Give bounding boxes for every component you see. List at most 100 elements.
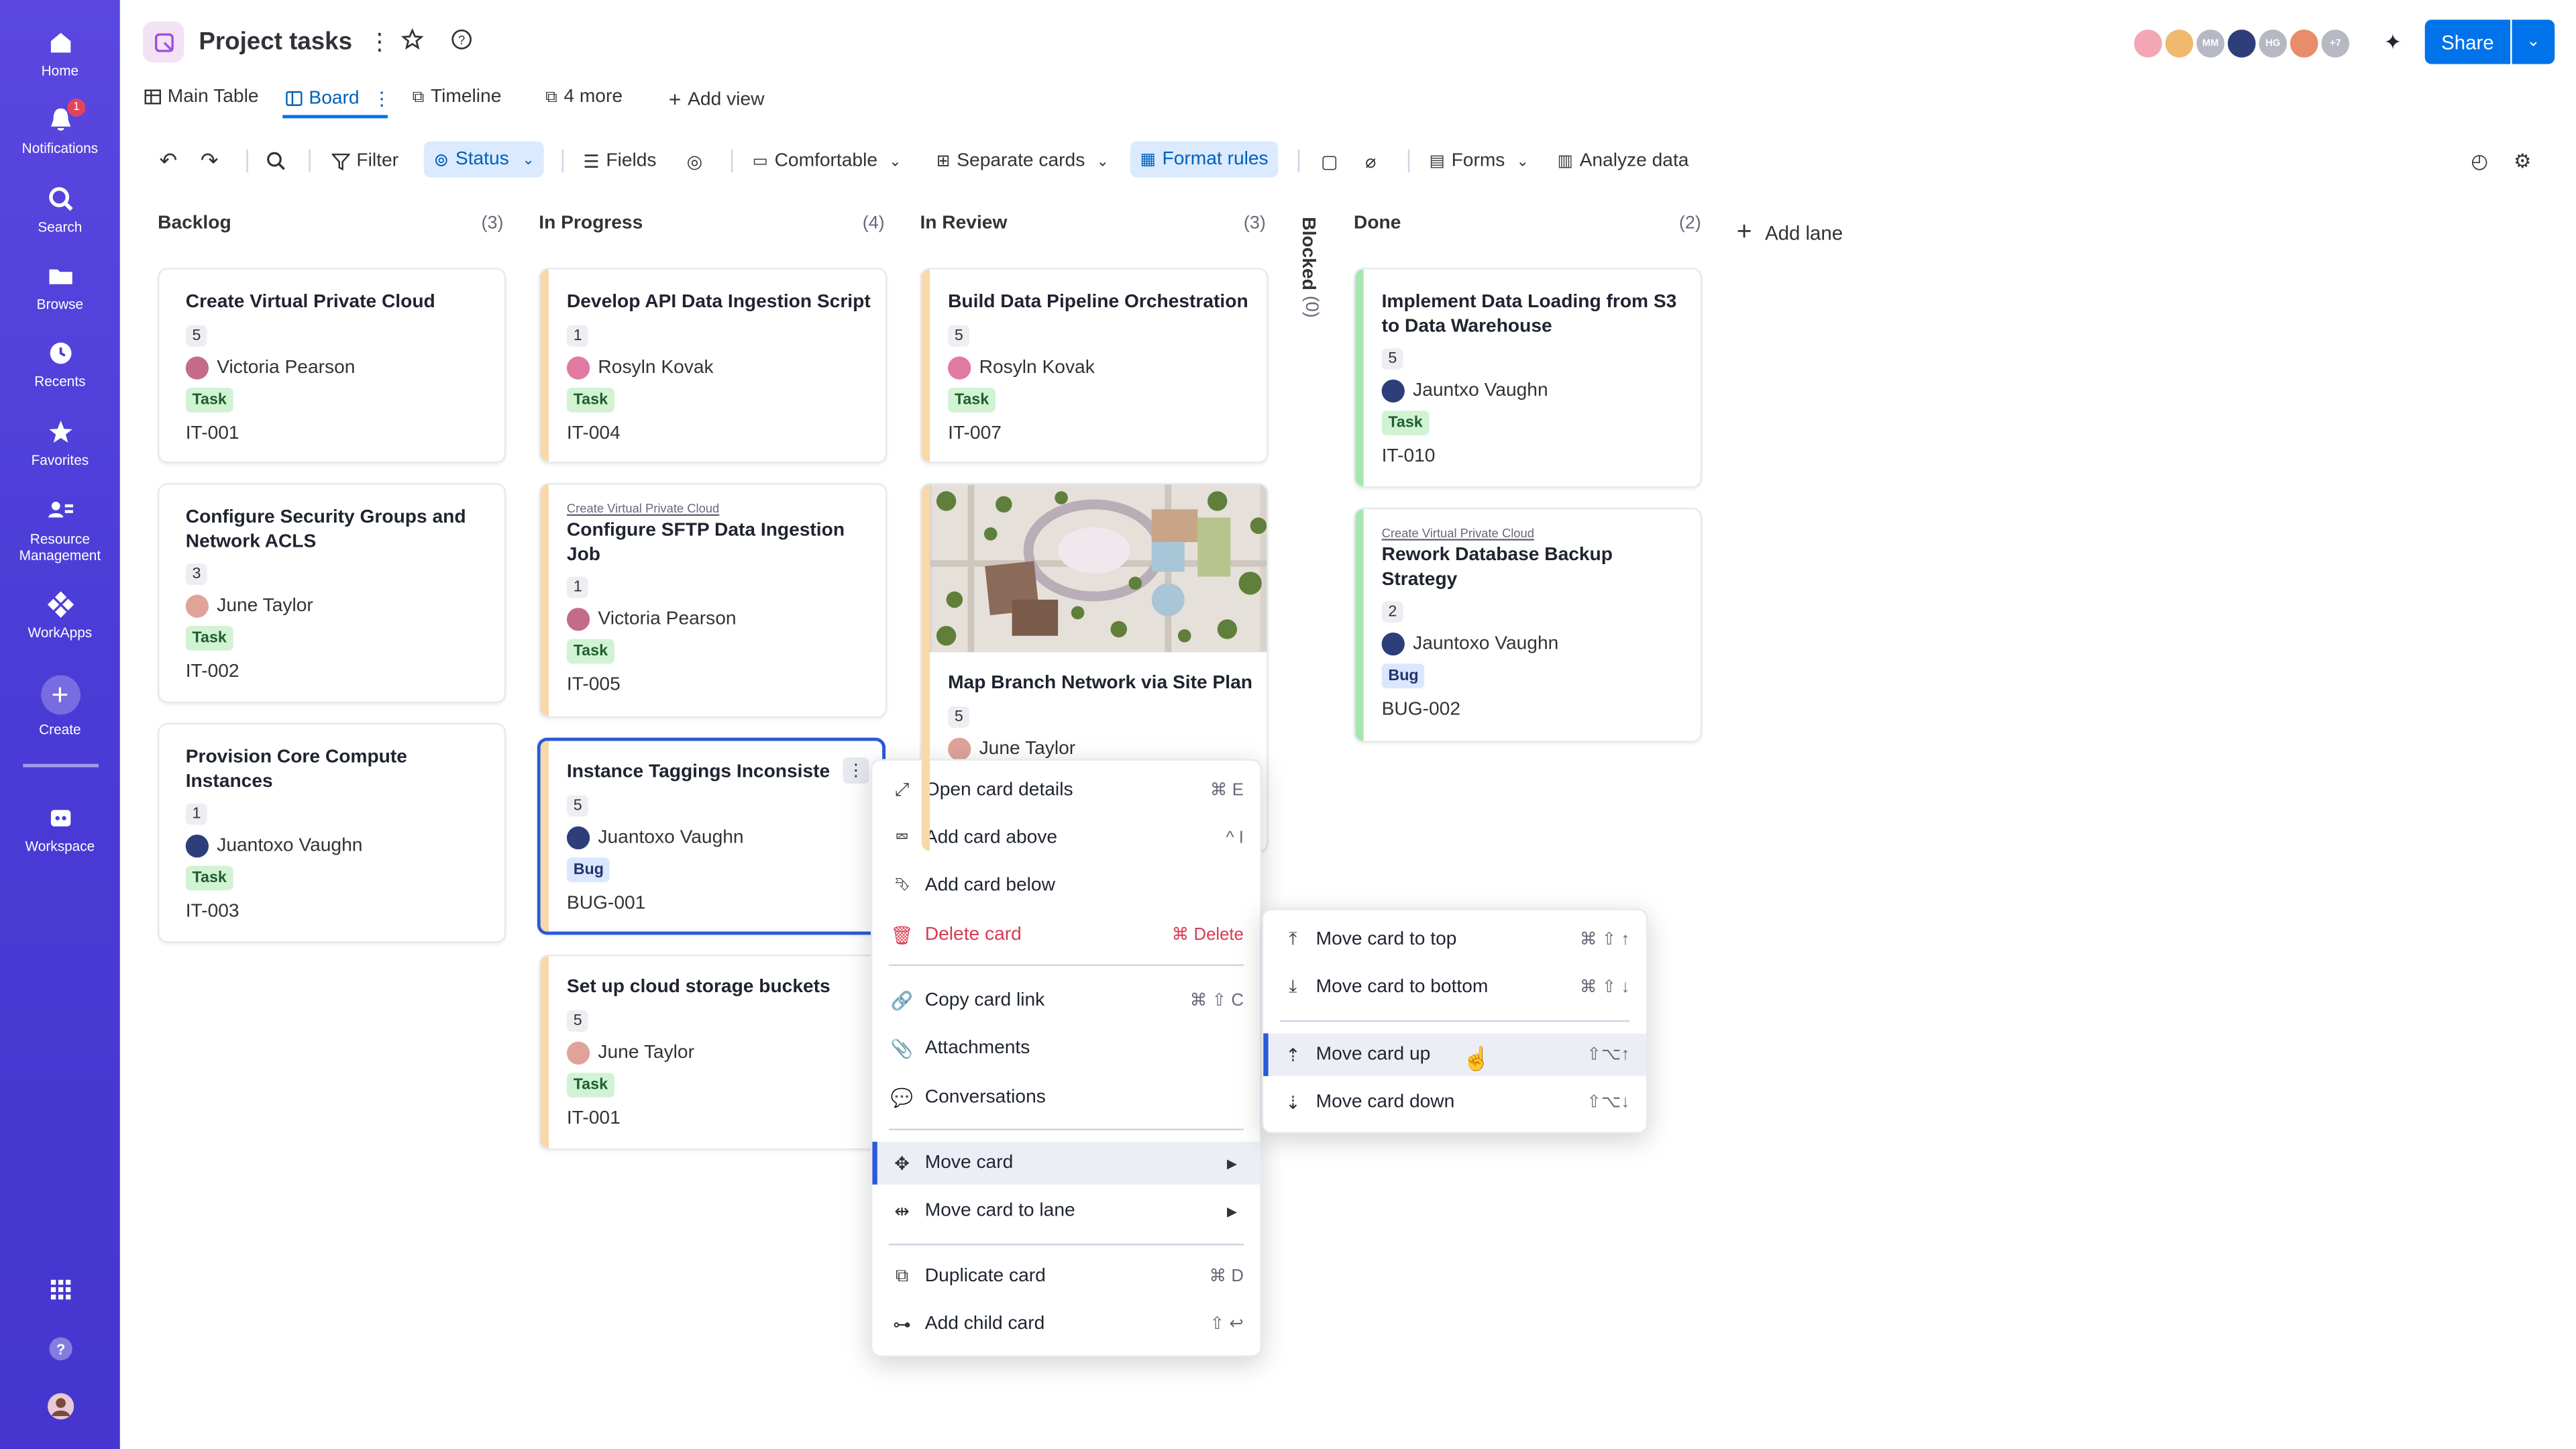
sidebar-item-favorites[interactable]: Favorites — [0, 417, 120, 468]
board-card[interactable]: Configure Security Groups and Network AC… — [158, 483, 506, 704]
card-menu-button[interactable]: ⋮ — [843, 757, 869, 784]
info-icon[interactable]: ? — [450, 28, 473, 56]
color-button[interactable]: ◎ — [687, 146, 703, 176]
page-title: Project tasks — [199, 28, 353, 56]
sidebar-item-notifications[interactable]: 1 Notifications — [0, 98, 120, 156]
add-lane-button[interactable]: + Add lane — [1737, 219, 1843, 248]
menu-item-move-card[interactable]: ✥ Move card ▶ — [872, 1142, 1260, 1185]
attachments-button[interactable]: ⌀ — [1365, 146, 1376, 176]
card-assignee: June Taylor — [948, 737, 1254, 760]
forms-dropdown[interactable]: ▤ Forms ⌄ — [1430, 146, 1529, 176]
parent-card-link[interactable]: Create Virtual Private Cloud — [1382, 526, 1688, 541]
sidebar-item-search[interactable]: Search — [0, 184, 120, 235]
menu-item-add-card-below[interactable]: ⮷ Add card below — [872, 864, 1260, 907]
menu-item-delete-card[interactable]: 🗑 Delete card ⌘ Delete — [872, 914, 1260, 957]
parent-card-link[interactable]: Create Virtual Private Cloud — [567, 501, 873, 516]
fields-button[interactable]: ☰ Fields — [583, 146, 656, 176]
card-layout-dropdown[interactable]: ⊞ Separate cards ⌄ — [936, 146, 1109, 176]
share-dropdown-button[interactable]: ⌄ — [2512, 19, 2555, 64]
lane-header-done[interactable]: Done — [1354, 213, 1401, 233]
collaborator-avatars[interactable]: MM HG +7 — [2131, 26, 2353, 62]
story-points: 2 — [1381, 601, 1404, 623]
comments-button[interactable]: ▢ — [1321, 146, 1338, 176]
sidebar-item-browse[interactable]: Browse — [0, 261, 120, 312]
folder-icon — [48, 269, 72, 284]
board-card[interactable]: Create Virtual Private Cloud Configure S… — [539, 483, 888, 718]
menu-item-move-card-up[interactable]: ⇡ Move card up ⇧⌥↑ — [1263, 1033, 1646, 1077]
avatar — [566, 356, 590, 379]
profile-avatar[interactable] — [0, 1391, 120, 1426]
add-view-button[interactable]: + Add view — [669, 87, 765, 112]
tab-board[interactable]: Board ⋮ — [286, 87, 391, 110]
filter-button[interactable]: Filter — [331, 146, 398, 176]
card-title: Develop API Data Ingestion Script — [566, 292, 871, 313]
sidebar-item-recents[interactable]: Recents — [0, 338, 120, 389]
board-card[interactable]: Build Data Pipeline Orchestration 5 Rosy… — [920, 268, 1269, 464]
menu-item-attachments[interactable]: 📎 Attachments — [872, 1027, 1260, 1070]
board-card[interactable]: Develop API Data Ingestion Script 1 Rosy… — [539, 268, 888, 464]
duplicate-icon: ⧉ — [895, 1265, 909, 1286]
settings-button[interactable]: ⚙ — [2514, 146, 2531, 176]
add-lane-label: Add lane — [1765, 221, 1843, 245]
analyze-data-button[interactable]: ▥ Analyze data — [1558, 146, 1689, 176]
density-dropdown[interactable]: ▭ Comfortable ⌄ — [753, 146, 902, 176]
card-title: Create Virtual Private Cloud — [185, 292, 435, 313]
menu-item-copy-card-link[interactable]: 🔗 Copy card link ⌘ ⇧ C — [872, 979, 1260, 1022]
menu-item-open-card-details[interactable]: ⤢ Open card details ⌘ E — [872, 769, 1260, 812]
menu-item-label: Move card up — [1316, 1044, 1431, 1065]
type-tag: Task — [185, 386, 233, 412]
undo-button[interactable]: ↶ — [160, 146, 178, 176]
menu-item-move-card-down[interactable]: ⇣ Move card down ⇧⌥↓ — [1263, 1081, 1646, 1124]
search-button[interactable] — [266, 146, 286, 176]
board-card-selected[interactable]: Instance Taggings Inconsiste 5 Juantoxo … — [537, 737, 886, 935]
lane-header-in-progress[interactable]: In Progress — [539, 213, 643, 233]
card-title: Set up cloud storage buckets — [566, 977, 830, 998]
lane-header-blocked[interactable]: Blocked — [1298, 217, 1318, 290]
tab-options-icon[interactable]: ⋮ — [372, 87, 391, 110]
activity-button[interactable]: ◴ — [2471, 146, 2488, 176]
menu-item-move-card-to-lane[interactable]: ⇹ Move card to lane ▶ — [872, 1189, 1260, 1232]
board-card[interactable]: Provision Core Compute Instances 1 Juant… — [158, 722, 506, 943]
menu-item-move-card-to-bottom[interactable]: ⤓ Move card to bottom ⌘ ⇧ ↓ — [1263, 966, 1646, 1009]
board-card[interactable]: Create Virtual Private Cloud 5 Victoria … — [158, 268, 506, 464]
board-card[interactable]: Set up cloud storage buckets 5 June Tayl… — [539, 954, 888, 1150]
assignee-name: Juantoxo Vaughn — [217, 836, 363, 856]
child-card-icon: ⊶ — [893, 1315, 911, 1335]
more-options-icon[interactable]: ⋮ — [368, 28, 391, 56]
format-rules-button[interactable]: ▦ Format rules — [1130, 141, 1279, 178]
avatar — [566, 825, 590, 849]
redo-button[interactable]: ↷ — [201, 146, 219, 176]
group-by-status-button[interactable]: ⊚ Status ⌄ — [423, 141, 545, 178]
menu-item-add-card-above[interactable]: ⮹ Add card above ^ I — [872, 816, 1260, 859]
board-card[interactable]: Create Virtual Private Cloud Rework Data… — [1353, 507, 1703, 743]
status-stripe — [540, 956, 549, 1148]
menu-shortcut: ^ I — [1226, 828, 1244, 848]
sidebar-item-workapps[interactable]: WorkApps — [0, 590, 120, 641]
menu-item-duplicate-card[interactable]: ⧉ Duplicate card ⌘ D — [872, 1255, 1260, 1298]
avatar — [2224, 26, 2259, 61]
sidebar-item-home[interactable]: Home — [0, 28, 120, 79]
help-button[interactable]: ? — [0, 1334, 120, 1368]
tab-timeline[interactable]: ⧉ Timeline — [413, 87, 502, 107]
sidebar-item-workspace[interactable]: Workspace — [0, 804, 120, 854]
ai-sparkle-icon[interactable]: ✦ — [2383, 30, 2402, 56]
lane-count: (3) — [1243, 213, 1266, 233]
tab-more-views[interactable]: ⧉ 4 more — [545, 87, 623, 107]
menu-shortcut: ⇧⌥↓ — [1587, 1092, 1630, 1112]
menu-item-label: Move card to top — [1316, 930, 1457, 950]
tab-main-table[interactable]: Main Table — [144, 87, 258, 107]
menu-item-add-child-card[interactable]: ⊶ Add child card ⇧ ↩ — [872, 1303, 1260, 1346]
move-bottom-icon: ⤓ — [1289, 976, 1297, 997]
menu-item-label: Move card down — [1316, 1092, 1455, 1112]
lane-header-in-review[interactable]: In Review — [920, 213, 1007, 233]
favorite-star-icon[interactable] — [400, 28, 424, 56]
share-button[interactable]: Share — [2424, 19, 2511, 64]
sidebar-item-resource-management[interactable]: Resource Management — [0, 496, 120, 564]
lane-count: (3) — [481, 213, 504, 233]
sidebar-item-create[interactable]: + Create — [0, 675, 120, 738]
menu-item-move-card-to-top[interactable]: ⤒ Move card to top ⌘ ⇧ ↑ — [1263, 918, 1646, 961]
app-grid-button[interactable] — [0, 1275, 120, 1309]
board-card[interactable]: Implement Data Loading from S3 to Data W… — [1353, 268, 1703, 488]
lane-header-backlog[interactable]: Backlog — [158, 213, 231, 233]
menu-item-conversations[interactable]: 💬 Conversations — [872, 1076, 1260, 1119]
